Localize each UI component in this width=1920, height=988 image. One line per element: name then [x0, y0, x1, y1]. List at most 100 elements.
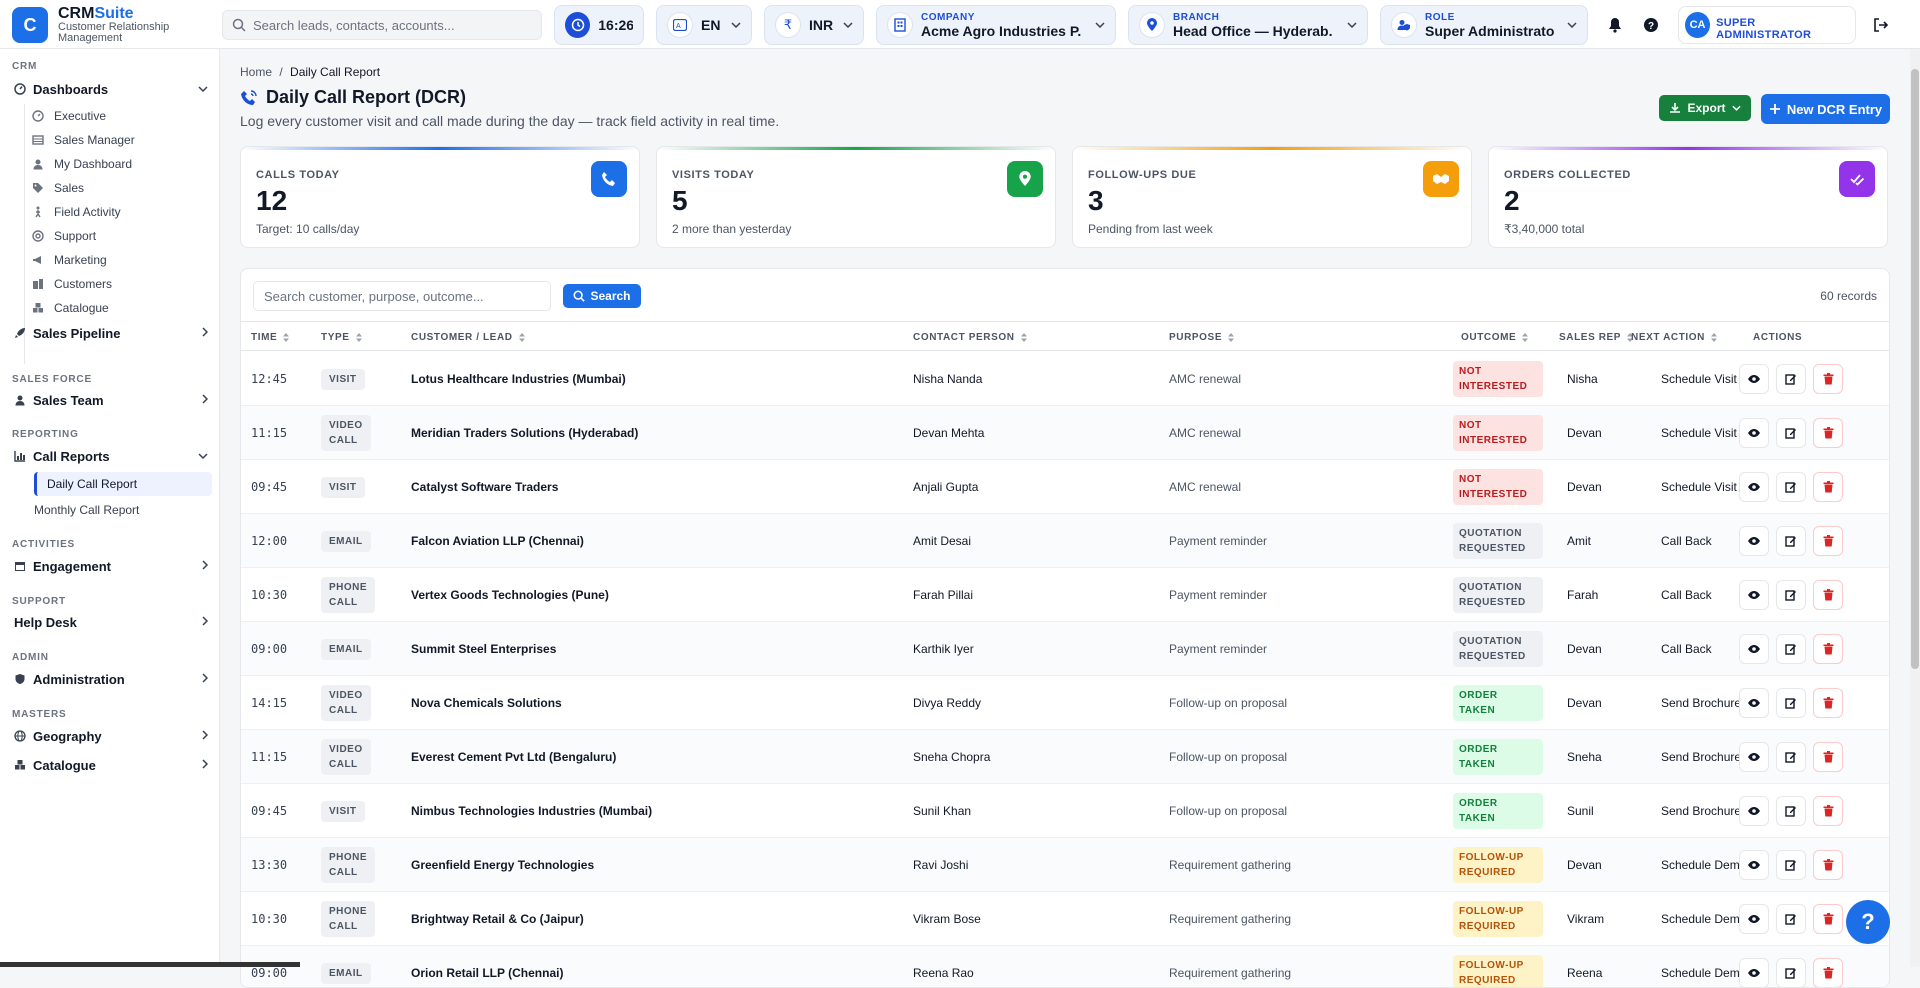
sidebar-item-executive[interactable]: Executive	[32, 105, 212, 127]
edit-button[interactable]	[1776, 796, 1806, 826]
sidebar-group-sales-pipeline[interactable]: Sales Pipeline	[14, 322, 208, 344]
column-header-purpose[interactable]: PURPOSE	[1169, 332, 1235, 343]
export-button[interactable]: Export	[1659, 95, 1751, 121]
horizontal-scrollbar[interactable]	[0, 962, 300, 967]
table-row[interactable]: 09:45 VISIT Catalyst Software Traders Anjal…	[241, 460, 1889, 514]
notifications-bell-icon[interactable]	[1602, 12, 1628, 38]
delete-button[interactable]	[1813, 742, 1843, 772]
sidebar-item-marketing[interactable]: Marketing	[32, 249, 212, 271]
table-row[interactable]: 11:15 VIDEO CALL Everest Cement Pvt Ltd (B…	[241, 730, 1889, 784]
cell-customer[interactable]: Summit Steel Enterprises	[411, 622, 556, 676]
view-button[interactable]	[1739, 742, 1769, 772]
view-button[interactable]	[1739, 850, 1769, 880]
table-row[interactable]: 09:45 VISIT Nimbus Technologies Industries…	[241, 784, 1889, 838]
table-search-input[interactable]: Search customer, purpose, outcome...	[253, 281, 551, 311]
column-header-next-action[interactable]: NEXT ACTION	[1631, 332, 1718, 343]
edit-button[interactable]	[1776, 472, 1806, 502]
edit-button[interactable]	[1776, 688, 1806, 718]
column-header-sales-rep[interactable]: SALES REP	[1559, 332, 1634, 343]
cell-customer[interactable]: Vertex Goods Technologies (Pune)	[411, 568, 609, 622]
view-button[interactable]	[1739, 796, 1769, 826]
sidebar-group-engagement[interactable]: Engagement	[14, 555, 208, 577]
sidebar-group-geography[interactable]: Geography	[14, 725, 208, 747]
delete-button[interactable]	[1813, 904, 1843, 934]
global-search-input[interactable]: Search leads, contacts, accounts...	[222, 10, 542, 40]
edit-button[interactable]	[1776, 580, 1806, 610]
sidebar-item-sales-manager[interactable]: Sales Manager	[32, 129, 212, 151]
table-row[interactable]: 10:30 PHONE CALL Vertex Goods Technologies…	[241, 568, 1889, 622]
help-circle-icon[interactable]: ?	[1638, 12, 1664, 38]
sidebar-item-support[interactable]: Support	[32, 225, 212, 247]
delete-button[interactable]	[1813, 634, 1843, 664]
edit-button[interactable]	[1776, 418, 1806, 448]
column-header-type[interactable]: TYPE	[321, 332, 362, 343]
edit-button[interactable]	[1776, 526, 1806, 556]
delete-button[interactable]	[1813, 796, 1843, 826]
delete-button[interactable]	[1813, 850, 1843, 880]
edit-button[interactable]	[1776, 850, 1806, 880]
cell-customer[interactable]: Falcon Aviation LLP (Chennai)	[411, 514, 584, 568]
language-select[interactable]: A EN	[656, 5, 752, 45]
company-select[interactable]: COMPANY Acme Agro Industries P...	[876, 5, 1116, 45]
vertical-scrollbar[interactable]	[1910, 49, 1920, 967]
table-row[interactable]: 12:00 EMAIL Falcon Aviation LLP (Chennai) A…	[241, 514, 1889, 568]
sidebar-item-field-activity[interactable]: Field Activity	[32, 201, 212, 223]
view-button[interactable]	[1739, 958, 1769, 987]
edit-button[interactable]	[1776, 634, 1806, 664]
cell-customer[interactable]: Nova Chemicals Solutions	[411, 676, 562, 730]
sidebar-item-sales[interactable]: Sales	[32, 177, 212, 199]
sidebar-item-customers[interactable]: Customers	[32, 273, 212, 295]
cell-customer[interactable]: Orion Retail LLP (Chennai)	[411, 946, 563, 987]
delete-button[interactable]	[1813, 526, 1843, 556]
table-row[interactable]: 12:45 VISIT Lotus Healthcare Industries (M…	[241, 352, 1889, 406]
column-header-customer-lead[interactable]: CUSTOMER / LEAD	[411, 332, 525, 343]
cell-customer[interactable]: Everest Cement Pvt Ltd (Bengaluru)	[411, 730, 616, 784]
brand[interactable]: C CRMSuite Customer Relationship Managem…	[12, 6, 178, 44]
edit-button[interactable]	[1776, 958, 1806, 987]
view-button[interactable]	[1739, 634, 1769, 664]
sidebar-group-sales-team[interactable]: Sales Team	[14, 389, 208, 411]
delete-button[interactable]	[1813, 958, 1843, 987]
sidebar-item-catalogue[interactable]: Catalogue	[32, 297, 212, 319]
cell-customer[interactable]: Brightway Retail & Co (Jaipur)	[411, 892, 584, 946]
sidebar-group-dashboards[interactable]: Dashboards	[14, 78, 208, 100]
delete-button[interactable]	[1813, 418, 1843, 448]
cell-customer[interactable]: Greenfield Energy Technologies	[411, 838, 594, 892]
sidebar-group-catalogue[interactable]: Catalogue	[14, 754, 208, 776]
help-fab-button[interactable]: ?	[1846, 900, 1890, 944]
view-button[interactable]	[1739, 904, 1769, 934]
cell-customer[interactable]: Catalyst Software Traders	[411, 460, 558, 514]
sidebar-group-call-reports[interactable]: Call Reports	[14, 445, 208, 467]
table-search-button[interactable]: Search	[563, 284, 641, 308]
view-button[interactable]	[1739, 472, 1769, 502]
delete-button[interactable]	[1813, 472, 1843, 502]
cell-customer[interactable]: Lotus Healthcare Industries (Mumbai)	[411, 352, 626, 406]
view-button[interactable]	[1739, 364, 1769, 394]
delete-button[interactable]	[1813, 580, 1843, 610]
edit-button[interactable]	[1776, 904, 1806, 934]
table-row[interactable]: 09:00 EMAIL Orion Retail LLP (Chennai) Reen…	[241, 946, 1889, 987]
sidebar-item-daily-call-report[interactable]: Daily Call Report	[34, 472, 212, 496]
cell-customer[interactable]: Nimbus Technologies Industries (Mumbai)	[411, 784, 652, 838]
delete-button[interactable]	[1813, 688, 1843, 718]
view-button[interactable]	[1739, 688, 1769, 718]
logout-icon[interactable]	[1868, 12, 1894, 38]
table-row[interactable]: 13:30 PHONE CALL Greenfield Energy Technol…	[241, 838, 1889, 892]
column-header-outcome[interactable]: OUTCOME	[1461, 332, 1529, 343]
cell-customer[interactable]: Meridian Traders Solutions (Hyderabad)	[411, 406, 638, 460]
branch-select[interactable]: BRANCH Head Office — Hyderab...	[1128, 5, 1368, 45]
new-dcr-entry-button[interactable]: New DCR Entry	[1761, 94, 1890, 124]
role-select[interactable]: ROLE Super Administrator	[1380, 5, 1588, 45]
sidebar-item-monthly-call-report[interactable]: Monthly Call Report	[34, 503, 139, 517]
column-header-time[interactable]: TIME	[251, 332, 290, 343]
view-button[interactable]	[1739, 418, 1769, 448]
user-menu[interactable]: CA SUPER ADMINISTRATOR	[1678, 6, 1856, 44]
edit-button[interactable]	[1776, 364, 1806, 394]
sidebar-group-help-desk[interactable]: Help Desk	[14, 611, 208, 633]
table-row[interactable]: 10:30 PHONE CALL Brightway Retail & Co (Ja…	[241, 892, 1889, 946]
breadcrumb-home[interactable]: Home	[240, 65, 272, 79]
delete-button[interactable]	[1813, 364, 1843, 394]
view-button[interactable]	[1739, 580, 1769, 610]
table-row[interactable]: 11:15 VIDEO CALL Meridian Traders Solution…	[241, 406, 1889, 460]
table-row[interactable]: 09:00 EMAIL Summit Steel Enterprises Karthi…	[241, 622, 1889, 676]
